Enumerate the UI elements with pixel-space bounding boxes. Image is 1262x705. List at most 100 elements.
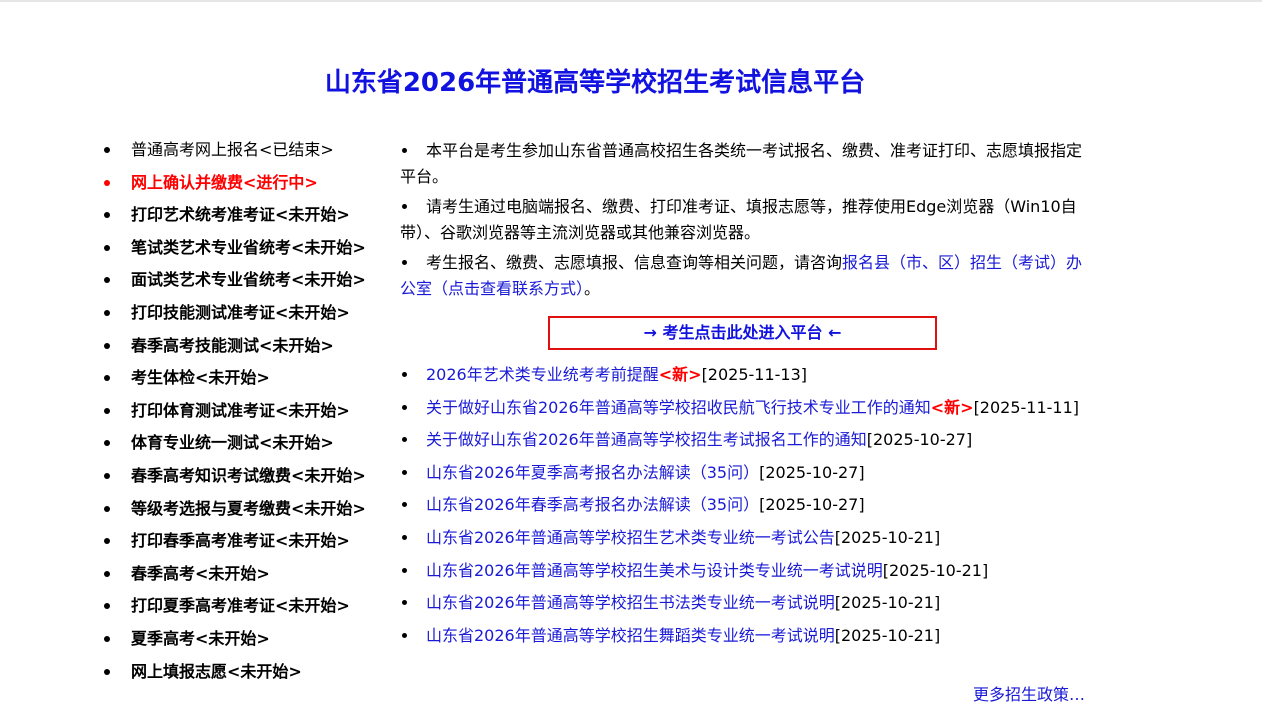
list-item: 山东省2026年普通高等学校招生美术与设计类专业统一考试说明[2025-10-2… [400,559,1085,583]
list-item: 山东省2026年春季高考报名办法解读（35问）[2025-10-27] [400,493,1085,517]
bullet-icon [402,502,407,508]
sidebar-item-label: 春季高考知识考试缴费<未开始> [131,465,366,485]
page-title: 山东省2026年普通高等学校招生考试信息平台 [324,68,866,98]
sidebar-item-level-exam-fee[interactable]: 等级考选报与夏考缴费<未开始> [104,497,394,530]
bullet-icon [104,407,110,414]
bullet-icon [402,404,407,410]
sidebar-item-print-summer-ticket[interactable]: 打印夏季高考准考证<未开始> [104,594,394,627]
bullet-icon [104,179,110,186]
sidebar-item-label: 等级考选报与夏考缴费<未开始> [131,498,366,518]
sidebar-item-interview-art-exam[interactable]: 面试类艺术专业省统考<未开始> [104,268,394,301]
bullet-icon [104,440,110,447]
sidebar-item-label: 笔试类艺术专业省统考<未开始> [131,237,366,257]
news-date: [2025-10-27] [759,462,865,482]
news-date: [2025-10-21] [882,560,989,580]
sidebar-item-label: 面试类艺术专业省统考<未开始> [131,270,366,290]
bullet-icon [402,204,407,209]
sidebar-item-confirm-payment[interactable]: 网上确认并缴费<进行中> [104,171,394,204]
info-text: 本平台是考生参加山东省普通高校招生各类统一考试报名、缴费、准考证打印、志愿填报指… [400,141,1083,186]
sidebar-item-spring-skill-test[interactable]: 春季高考技能测试<未开始> [104,334,394,367]
news-date: [2025-10-21] [834,625,941,645]
news-link[interactable]: 山东省2026年夏季高考报名办法解读（35问） [426,463,759,482]
news-link[interactable]: 山东省2026年普通高等学校招生舞蹈类专业统一考试说明 [426,626,835,645]
sidebar-item-spring-exam[interactable]: 春季高考<未开始> [104,562,394,595]
bullet-icon [402,469,407,475]
list-item: 关于做好山东省2026年普通高等学校招生考试报名工作的通知[2025-10-27… [400,428,1085,452]
news-link[interactable]: 关于做好山东省2026年普通高等学校招收民航飞行技术专业工作的通知 [426,398,931,417]
main-content: 本平台是考生参加山东省普通高校招生各类统一考试报名、缴费、准考证打印、志愿填报指… [400,138,1085,704]
news-list: 2026年艺术类专业统考考前提醒<新>[2025-11-13] 关于做好山东省2… [400,363,1085,656]
news-link[interactable]: 山东省2026年普通高等学校招生书法类专业统一考试说明 [426,593,835,612]
bullet-icon [402,567,407,573]
bullet-icon [104,212,110,219]
more-policies-link[interactable]: 更多招生政策… [973,681,1085,705]
sidebar-item-print-skill-ticket[interactable]: 打印技能测试准考证<未开始> [104,301,394,334]
sidebar-item-spring-knowledge-fee[interactable]: 春季高考知识考试缴费<未开始> [104,464,394,497]
list-item: 山东省2026年普通高等学校招生艺术类专业统一考试公告[2025-10-21] [400,526,1085,550]
bullet-icon [104,277,110,284]
new-badge: <新> [658,365,702,384]
news-date: [2025-10-21] [834,593,941,613]
sidebar-item-print-sports-ticket[interactable]: 打印体育测试准考证<未开始> [104,399,394,432]
sidebar-item-print-art-ticket[interactable]: 打印艺术统考准考证<未开始> [104,203,394,236]
sidebar-item-label: 夏季高考<未开始> [131,628,270,648]
bullet-icon [104,309,110,316]
news-link[interactable]: 山东省2026年普通高等学校招生艺术类专业统一考试公告 [426,528,835,547]
bullet-icon [402,372,407,377]
sidebar-item-label: 网上填报志愿<未开始> [131,661,302,681]
bullet-icon [104,147,110,153]
sidebar-item-label: 打印技能测试准考证<未开始> [131,302,350,322]
info-paragraph: 考生报名、缴费、志愿填报、信息查询等相关问题，请咨询报名县（市、区）招生（考试）… [400,250,1085,302]
sidebar-item-label: 春季高考技能测试<未开始> [131,335,334,355]
list-item: 关于做好山东省2026年普通高等学校招收民航飞行技术专业工作的通知<新>[202… [400,396,1085,420]
news-date: [2025-10-21] [834,527,941,547]
bullet-icon [104,570,110,577]
info-text: 。 [584,279,601,298]
news-date: [2025-11-11] [973,397,1080,417]
sidebar-item-print-spring-ticket[interactable]: 打印春季高考准考证<未开始> [104,529,394,562]
top-border [0,0,1262,2]
bullet-icon [402,260,407,265]
sidebar-item-label: 打印艺术统考准考证<未开始> [131,205,350,225]
sidebar-item-label: 考生体检<未开始> [131,368,270,388]
news-link[interactable]: 关于做好山东省2026年普通高等学校招生考试报名工作的通知 [426,430,867,449]
news-link[interactable]: 山东省2026年普通高等学校招生美术与设计类专业统一考试说明 [426,561,883,580]
news-link[interactable]: 山东省2026年春季高考报名办法解读（35问） [426,495,759,514]
sidebar-item-label: 打印春季高考准考证<未开始> [131,531,350,551]
bullet-icon [402,600,407,606]
news-date: [2025-10-27] [759,495,865,515]
sidebar: 普通高考网上报名<已结束> 网上确认并缴费<进行中> 打印艺术统考准考证<未开始… [104,138,394,692]
list-item: 山东省2026年普通高等学校招生舞蹈类专业统一考试说明[2025-10-21] [400,624,1085,648]
news-link[interactable]: 2026年艺术类专业统考考前提醒 [426,365,659,384]
sidebar-item-label: 普通高考网上报名<已结束> [131,140,334,159]
sidebar-item-label: 打印夏季高考准考证<未开始> [131,596,350,616]
bullet-icon [402,437,407,443]
list-item: 山东省2026年夏季高考报名办法解读（35问）[2025-10-27] [400,461,1085,485]
bullet-icon [104,505,110,512]
sidebar-item-label: 打印体育测试准考证<未开始> [131,400,350,420]
info-paragraph: 请考生通过电脑端报名、缴费、打印准考证、填报志愿等，推荐使用Edge浏览器（Wi… [400,194,1085,246]
bullet-icon [104,375,110,382]
list-item: 山东省2026年普通高等学校招生书法类专业统一考试说明[2025-10-21] [400,591,1085,615]
sidebar-item-label: 春季高考<未开始> [131,563,270,583]
info-text: 考生报名、缴费、志愿填报、信息查询等相关问题，请咨询 [426,253,843,272]
bullet-icon [402,148,407,153]
info-paragraph: 本平台是考生参加山东省普通高校招生各类统一考试报名、缴费、准考证打印、志愿填报指… [400,138,1085,190]
sidebar-item-summer-exam[interactable]: 夏季高考<未开始> [104,627,394,660]
sidebar-item-written-art-exam[interactable]: 笔试类艺术专业省统考<未开始> [104,236,394,269]
bullet-icon [104,342,110,349]
bullet-icon [402,534,407,540]
enter-platform-button[interactable]: → 考生点击此处进入平台 ← [548,316,937,350]
bullet-icon [104,538,110,545]
news-date: [2025-11-13] [701,365,808,384]
sidebar-item-physical-exam[interactable]: 考生体检<未开始> [104,366,394,399]
sidebar-item-online-registration[interactable]: 普通高考网上报名<已结束> [104,138,394,171]
new-badge: <新> [930,397,974,417]
bullet-icon [104,244,110,251]
sidebar-item-volunteer-application[interactable]: 网上填报志愿<未开始> [104,660,394,693]
info-text: 请考生通过电脑端报名、缴费、打印准考证、填报志愿等，推荐使用Edge浏览器（Wi… [400,197,1077,242]
bullet-icon [104,603,110,610]
sidebar-item-label: 网上确认并缴费<进行中> [131,172,318,192]
sidebar-item-sports-test[interactable]: 体育专业统一测试<未开始> [104,431,394,464]
bullet-icon [104,472,110,479]
